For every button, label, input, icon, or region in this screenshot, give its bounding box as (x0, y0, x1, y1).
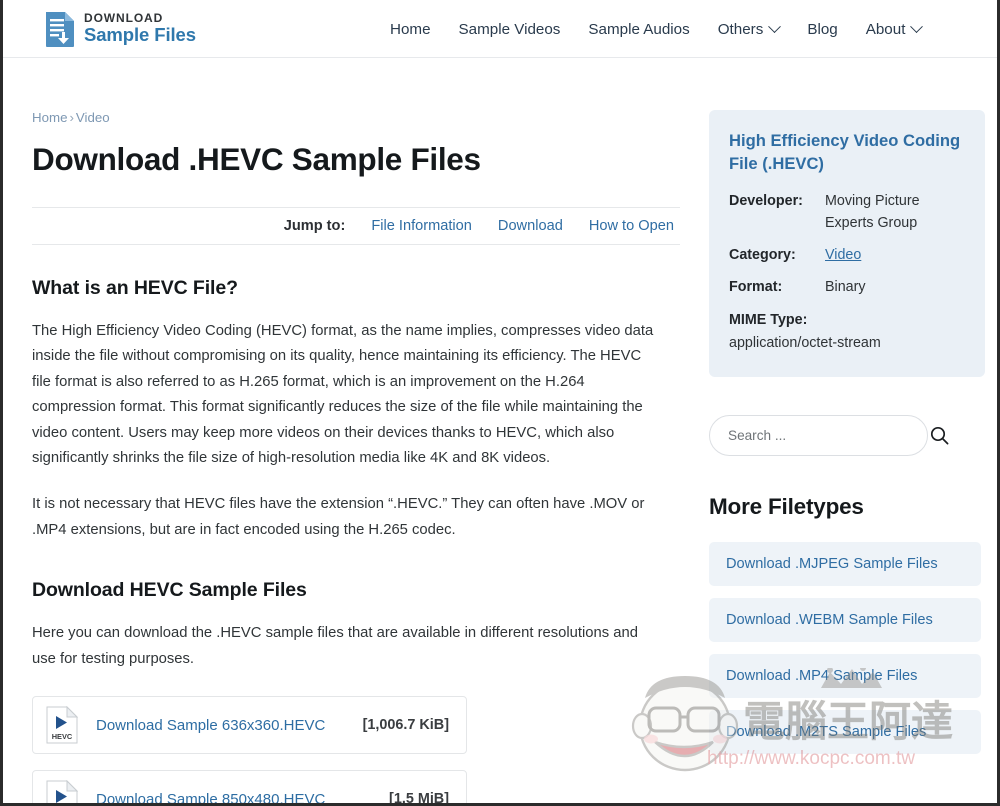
download-link[interactable]: Download Sample 850x480.HEVC (96, 791, 389, 803)
info-value: Binary (825, 279, 866, 296)
info-value: Moving Picture Experts Group (825, 193, 920, 231)
filetype-item-mp4[interactable]: Download .MP4 Sample Files (709, 653, 981, 698)
search-box (709, 414, 985, 456)
page-title: Download .HEVC Sample Files (32, 141, 481, 177)
breadcrumb: Home › Video (32, 110, 680, 125)
search-input[interactable] (709, 414, 928, 456)
filetype-item-webm[interactable]: Download .WEBM Sample Files (709, 597, 981, 642)
nav-label: Others (717, 20, 764, 38)
info-value: application/octet-stream (729, 335, 881, 352)
file-size: [1,006.7 KiB] (362, 717, 449, 734)
jump-link-how-to-open[interactable]: How to Open (589, 218, 674, 234)
hevc-file-icon: HEVC (46, 779, 79, 803)
download-row[interactable]: HEVC Download Sample 636x360.HEVC [1,006… (32, 696, 467, 755)
breadcrumb-separator: › (69, 110, 74, 125)
jump-link-download[interactable]: Download (498, 218, 563, 234)
browser-viewport: DOWNLOAD Sample Files Home Sample Videos… (0, 0, 1000, 806)
filetype-item-m2ts[interactable]: Download .M2TS Sample Files (709, 709, 981, 754)
breadcrumb-video[interactable]: Video (76, 110, 110, 125)
filetype-link[interactable]: Download .MJPEG Sample Files (726, 556, 938, 572)
hevc-file-icon: HEVC (46, 705, 79, 744)
nav-item-sample-audios[interactable]: Sample Audios (574, 21, 703, 38)
info-card-title: High Efficiency Video Coding File (.HEVC… (729, 131, 961, 173)
download-row[interactable]: HEVC Download Sample 850x480.HEVC [1.5 M… (32, 770, 467, 806)
section-title-download-samples: Download HEVC Sample Files (32, 579, 307, 602)
nav-label: Blog (807, 20, 838, 38)
site-logo[interactable]: DOWNLOAD Sample Files (45, 11, 196, 47)
filetype-link[interactable]: Download .M2TS Sample Files (726, 724, 926, 740)
site-header: DOWNLOAD Sample Files Home Sample Videos… (3, 0, 997, 58)
nav-item-about[interactable]: About (852, 19, 936, 38)
nav-label: Sample Videos (458, 20, 561, 38)
chevron-down-icon (768, 19, 782, 33)
jump-to-label: Jump to: (283, 217, 346, 234)
nav-item-sample-videos[interactable]: Sample Videos (445, 21, 575, 38)
filetype-link[interactable]: Download .MP4 Sample Files (726, 668, 917, 684)
main-navigation: Home Sample Videos Sample Audios Others … (376, 0, 935, 58)
section-title-what-is-hevc: What is an HEVC File? (32, 276, 238, 299)
logo-wordmark: DOWNLOAD Sample Files (84, 12, 196, 45)
download-link[interactable]: Download Sample 636x360.HEVC (96, 717, 363, 734)
main-content: Home › Video Download .HEVC Sample Files J… (32, 110, 680, 806)
info-row-mime-type: MIME Type: application/octet-stream (729, 310, 965, 355)
chevron-down-icon (910, 19, 924, 33)
info-key: Category: (729, 247, 796, 263)
search-icon[interactable] (930, 426, 949, 445)
svg-text:HEVC: HEVC (52, 732, 73, 741)
jump-to-bar: Jump to: File Information Download How t… (32, 206, 680, 245)
paragraph-download-intro: Here you can download the .HEVC sample f… (32, 625, 638, 667)
page-body: Home › Video Download .HEVC Sample Files J… (3, 58, 997, 806)
file-information-card: High Efficiency Video Coding File (.HEVC… (709, 110, 985, 377)
nav-item-blog[interactable]: Blog (793, 21, 851, 38)
sidebar: High Efficiency Video Coding File (.HEVC… (709, 110, 985, 766)
nav-label: Sample Audios (588, 20, 690, 38)
filetype-link[interactable]: Download .WEBM Sample Files (726, 612, 933, 628)
document-download-icon (45, 11, 75, 47)
info-key: MIME Type: (729, 311, 808, 328)
info-key: Format: (729, 279, 783, 296)
filetype-item-mjpeg[interactable]: Download .MJPEG Sample Files (709, 541, 981, 586)
nav-label: About (865, 20, 906, 38)
info-row-format: Format: Binary (729, 277, 965, 298)
jump-link-file-information[interactable]: File Information (371, 218, 472, 234)
info-row-category: Category: Video (729, 245, 965, 266)
file-size: [1.5 MiB] (389, 791, 449, 806)
logo-line-1: DOWNLOAD (84, 11, 164, 26)
logo-line-2: Sample Files (84, 24, 196, 46)
info-key: Developer: (729, 193, 803, 210)
info-value-link[interactable]: Video (825, 245, 861, 266)
nav-label: Home (390, 20, 431, 38)
info-row-developer: Developer: Moving Picture Experts Group (729, 191, 965, 234)
more-filetypes-title: More Filetypes (709, 493, 864, 519)
paragraph-hevc-extensions: It is not necessary that HEVC files have… (32, 496, 645, 538)
breadcrumb-home[interactable]: Home (32, 110, 67, 125)
paragraph-hevc-description: The High Efficiency Video Coding (HEVC) … (32, 322, 654, 466)
nav-item-others[interactable]: Others (704, 19, 794, 38)
nav-item-home[interactable]: Home (376, 21, 445, 38)
